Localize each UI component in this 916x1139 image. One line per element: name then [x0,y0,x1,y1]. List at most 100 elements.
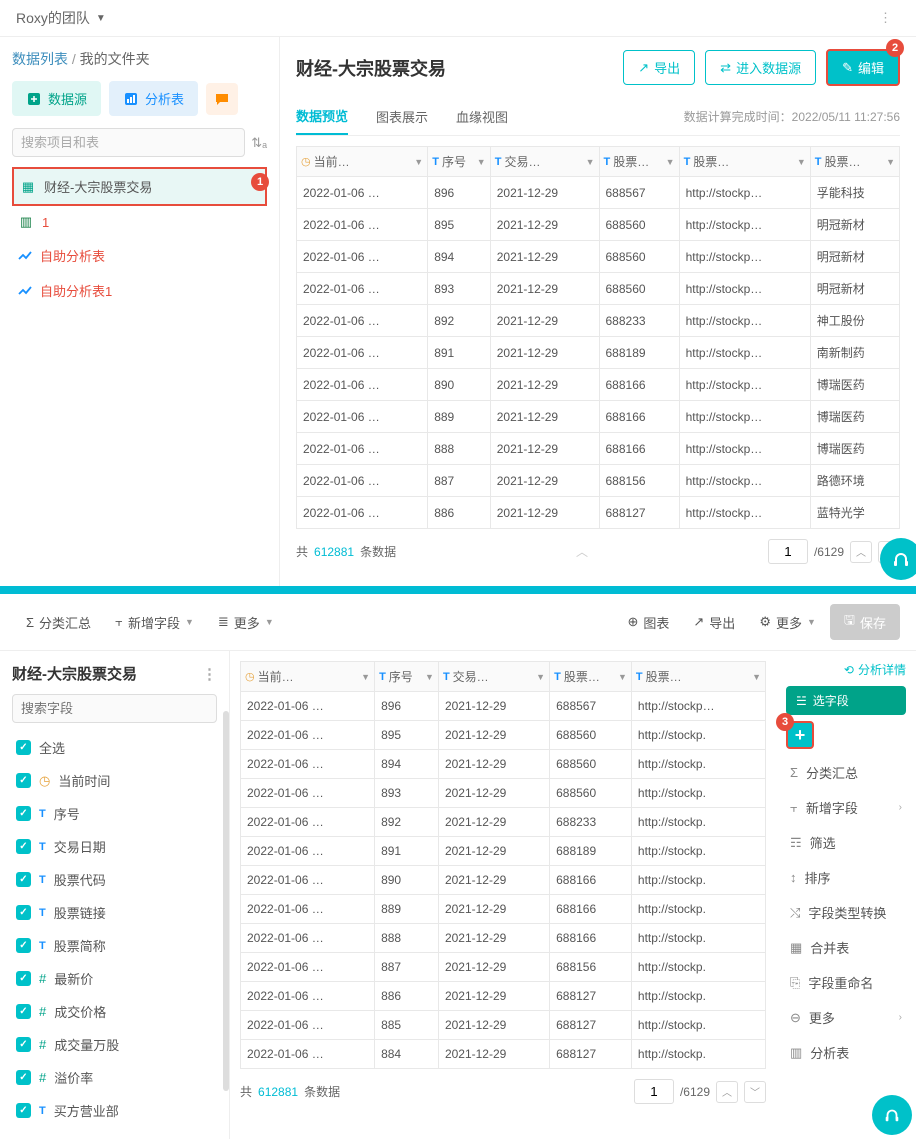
dropdown-icon[interactable]: ▼ [618,672,627,682]
table-row[interactable]: 2022-01-06 …8942021-12-29688560http://st… [297,241,900,273]
step-menu-item[interactable]: ⫟新增字段› [786,790,906,825]
column-header[interactable]: T 交易…▼ [438,662,549,692]
dropdown-icon[interactable]: ▼ [414,157,423,167]
column-header[interactable]: T 股票…▼ [550,662,632,692]
header-more-icon[interactable]: ⋮ [871,10,900,26]
table-row[interactable]: 2022-01-06 …8872021-12-29688156http://st… [241,953,766,982]
tree-item-sa2[interactable]: 自助分析表1 [12,273,267,308]
table-row[interactable]: 2022-01-06 …8862021-12-29688127http://st… [241,982,766,1011]
table-row[interactable]: 2022-01-06 …8942021-12-29688560http://st… [241,750,766,779]
scrollbar[interactable] [223,711,229,1091]
dropdown-icon[interactable]: ▼ [425,672,434,682]
table-row[interactable]: 2022-01-06 …8892021-12-29688166http://st… [297,401,900,433]
dropdown-icon[interactable]: ▼ [586,157,595,167]
table-row[interactable]: 2022-01-06 …8882021-12-29688166http://st… [241,924,766,953]
field-item[interactable]: ✓#成交量万股 [12,1028,217,1061]
table-row[interactable]: 2022-01-06 …8902021-12-29688166http://st… [241,866,766,895]
collapse-icon[interactable]: ︿ [576,543,588,560]
page-prev[interactable]: ︿ [716,1081,738,1103]
table-row[interactable]: 2022-01-06 …8882021-12-29688166http://st… [297,433,900,465]
tree-item-xls[interactable]: ▥ 1 [12,206,267,238]
field-item[interactable]: ✓T股票简称 [12,929,217,962]
field-item[interactable]: ✓#溢价率 [12,1061,217,1094]
dropdown-icon[interactable]: ▼ [666,157,675,167]
table-row[interactable]: 2022-01-06 …8902021-12-29688166http://st… [297,369,900,401]
datasource-button[interactable]: 数据源 [12,81,101,116]
table-row[interactable]: 2022-01-06 …8922021-12-29688233http://st… [241,808,766,837]
field-item[interactable]: ✓#成交价格 [12,995,217,1028]
help-fab[interactable] [872,1095,912,1135]
table-row[interactable]: 2022-01-06 …8922021-12-29688233http://st… [297,305,900,337]
breadcrumb-root[interactable]: 数据列表 [12,51,68,67]
table-row[interactable]: 2022-01-06 …8932021-12-29688560http://st… [297,273,900,305]
field-item[interactable]: ✓T序号 [12,797,217,830]
step-menu-item[interactable]: ⎘字段重命名 [786,965,906,1000]
step-menu-item[interactable]: ⤭字段类型转换 [786,895,906,930]
dropdown-icon[interactable]: ▼ [886,157,895,167]
column-header[interactable]: ◷ 当前…▼ [297,147,428,177]
dropdown-icon[interactable]: ▼ [536,672,545,682]
page-next[interactable]: ﹀ [744,1081,766,1103]
field-item[interactable]: ✓T交易日期 [12,830,217,863]
add-step-button[interactable]: 3 + [786,721,814,749]
table-row[interactable]: 2022-01-06 …8952021-12-29688560http://st… [241,721,766,750]
tree-item-selected[interactable]: ▦ 财经-大宗股票交易 1 [12,167,267,206]
chat-button[interactable] [206,83,238,115]
tab-lineage[interactable]: 血缘视图 [456,99,508,134]
save-button[interactable]: 🖫 保存 [830,604,900,640]
more-icon[interactable]: ⋮ [202,665,217,683]
select-fields-pill[interactable]: ☱ 选字段 [786,686,906,715]
dropdown-icon[interactable]: ▼ [797,157,806,167]
field-item[interactable]: ✓T买方营业部 [12,1094,217,1127]
column-header[interactable]: T 序号▼ [375,662,439,692]
table-row[interactable]: 2022-01-06 …8872021-12-29688156http://st… [297,465,900,497]
tree-item-sa1[interactable]: 自助分析表 [12,238,267,273]
table-row[interactable]: 2022-01-06 …8962021-12-29688567http://st… [241,692,766,721]
column-header[interactable]: T 股票…▼ [679,147,810,177]
table-row[interactable]: 2022-01-06 …8842021-12-29688127http://st… [241,1040,766,1069]
export-button[interactable]: ↗ 导出 [623,50,695,85]
table-row[interactable]: 2022-01-06 …8892021-12-29688166http://st… [241,895,766,924]
tb-group[interactable]: Σ 分类汇总 [16,607,101,638]
step-menu-item[interactable]: ▥分析表 [786,1035,906,1070]
table-row[interactable]: 2022-01-06 …8862021-12-29688127http://st… [297,497,900,529]
sort-icon[interactable]: ⇅ₐ [251,135,267,151]
page-input[interactable] [768,539,808,564]
column-header[interactable]: T 交易…▼ [490,147,599,177]
table-row[interactable]: 2022-01-06 …8912021-12-29688189http://st… [241,837,766,866]
select-all[interactable]: ✓ 全选 [12,731,217,764]
tb-newfield[interactable]: ⫟ 新增字段 ▼ [105,607,204,638]
edit-button[interactable]: 2 ✎ 编辑 [826,49,900,86]
page-input[interactable] [634,1079,674,1104]
table-row[interactable]: 2022-01-06 …8952021-12-29688560http://st… [297,209,900,241]
team-selector[interactable]: Roxy的团队 ▼ [16,8,106,28]
tb-more[interactable]: ≣ 更多 ▼ [208,607,284,638]
tb-chart[interactable]: ⊕ 图表 [617,607,679,638]
step-menu-item[interactable]: ▦合并表 [786,930,906,965]
table-row[interactable]: 2022-01-06 …8852021-12-29688127http://st… [241,1011,766,1040]
field-item[interactable]: ✓T股票代码 [12,863,217,896]
step-menu-item[interactable]: ☶筛选 [786,825,906,860]
column-header[interactable]: T 序号▼ [428,147,491,177]
field-item[interactable]: ✓◷当前时间 [12,764,217,797]
table-row[interactable]: 2022-01-06 …8932021-12-29688560http://st… [241,779,766,808]
column-header[interactable]: T 股票…▼ [599,147,679,177]
enter-datasource-button[interactable]: ⇄ 进入数据源 [705,50,816,85]
analysis-detail-link[interactable]: ⟲ 分析详情 [786,661,906,678]
field-search-input[interactable] [12,694,217,723]
column-header[interactable]: ◷ 当前…▼ [241,662,375,692]
column-header[interactable]: T 股票…▼ [810,147,899,177]
help-fab[interactable] [880,538,916,580]
dropdown-icon[interactable]: ▼ [752,672,761,682]
tab-preview[interactable]: 数据预览 [296,98,348,135]
dropdown-icon[interactable]: ▼ [361,672,370,682]
tb-more2[interactable]: ⚙ 更多 ▼ [749,607,826,638]
step-menu-item[interactable]: Σ分类汇总 [786,755,906,790]
field-item[interactable]: ✓#最新价 [12,962,217,995]
search-input[interactable] [12,128,245,157]
page-prev[interactable]: ︿ [850,541,872,563]
step-menu-item[interactable]: ⊖更多› [786,1000,906,1035]
column-header[interactable]: T 股票…▼ [631,662,765,692]
analysis-button[interactable]: 分析表 [109,81,198,116]
table-row[interactable]: 2022-01-06 …8962021-12-29688567http://st… [297,177,900,209]
